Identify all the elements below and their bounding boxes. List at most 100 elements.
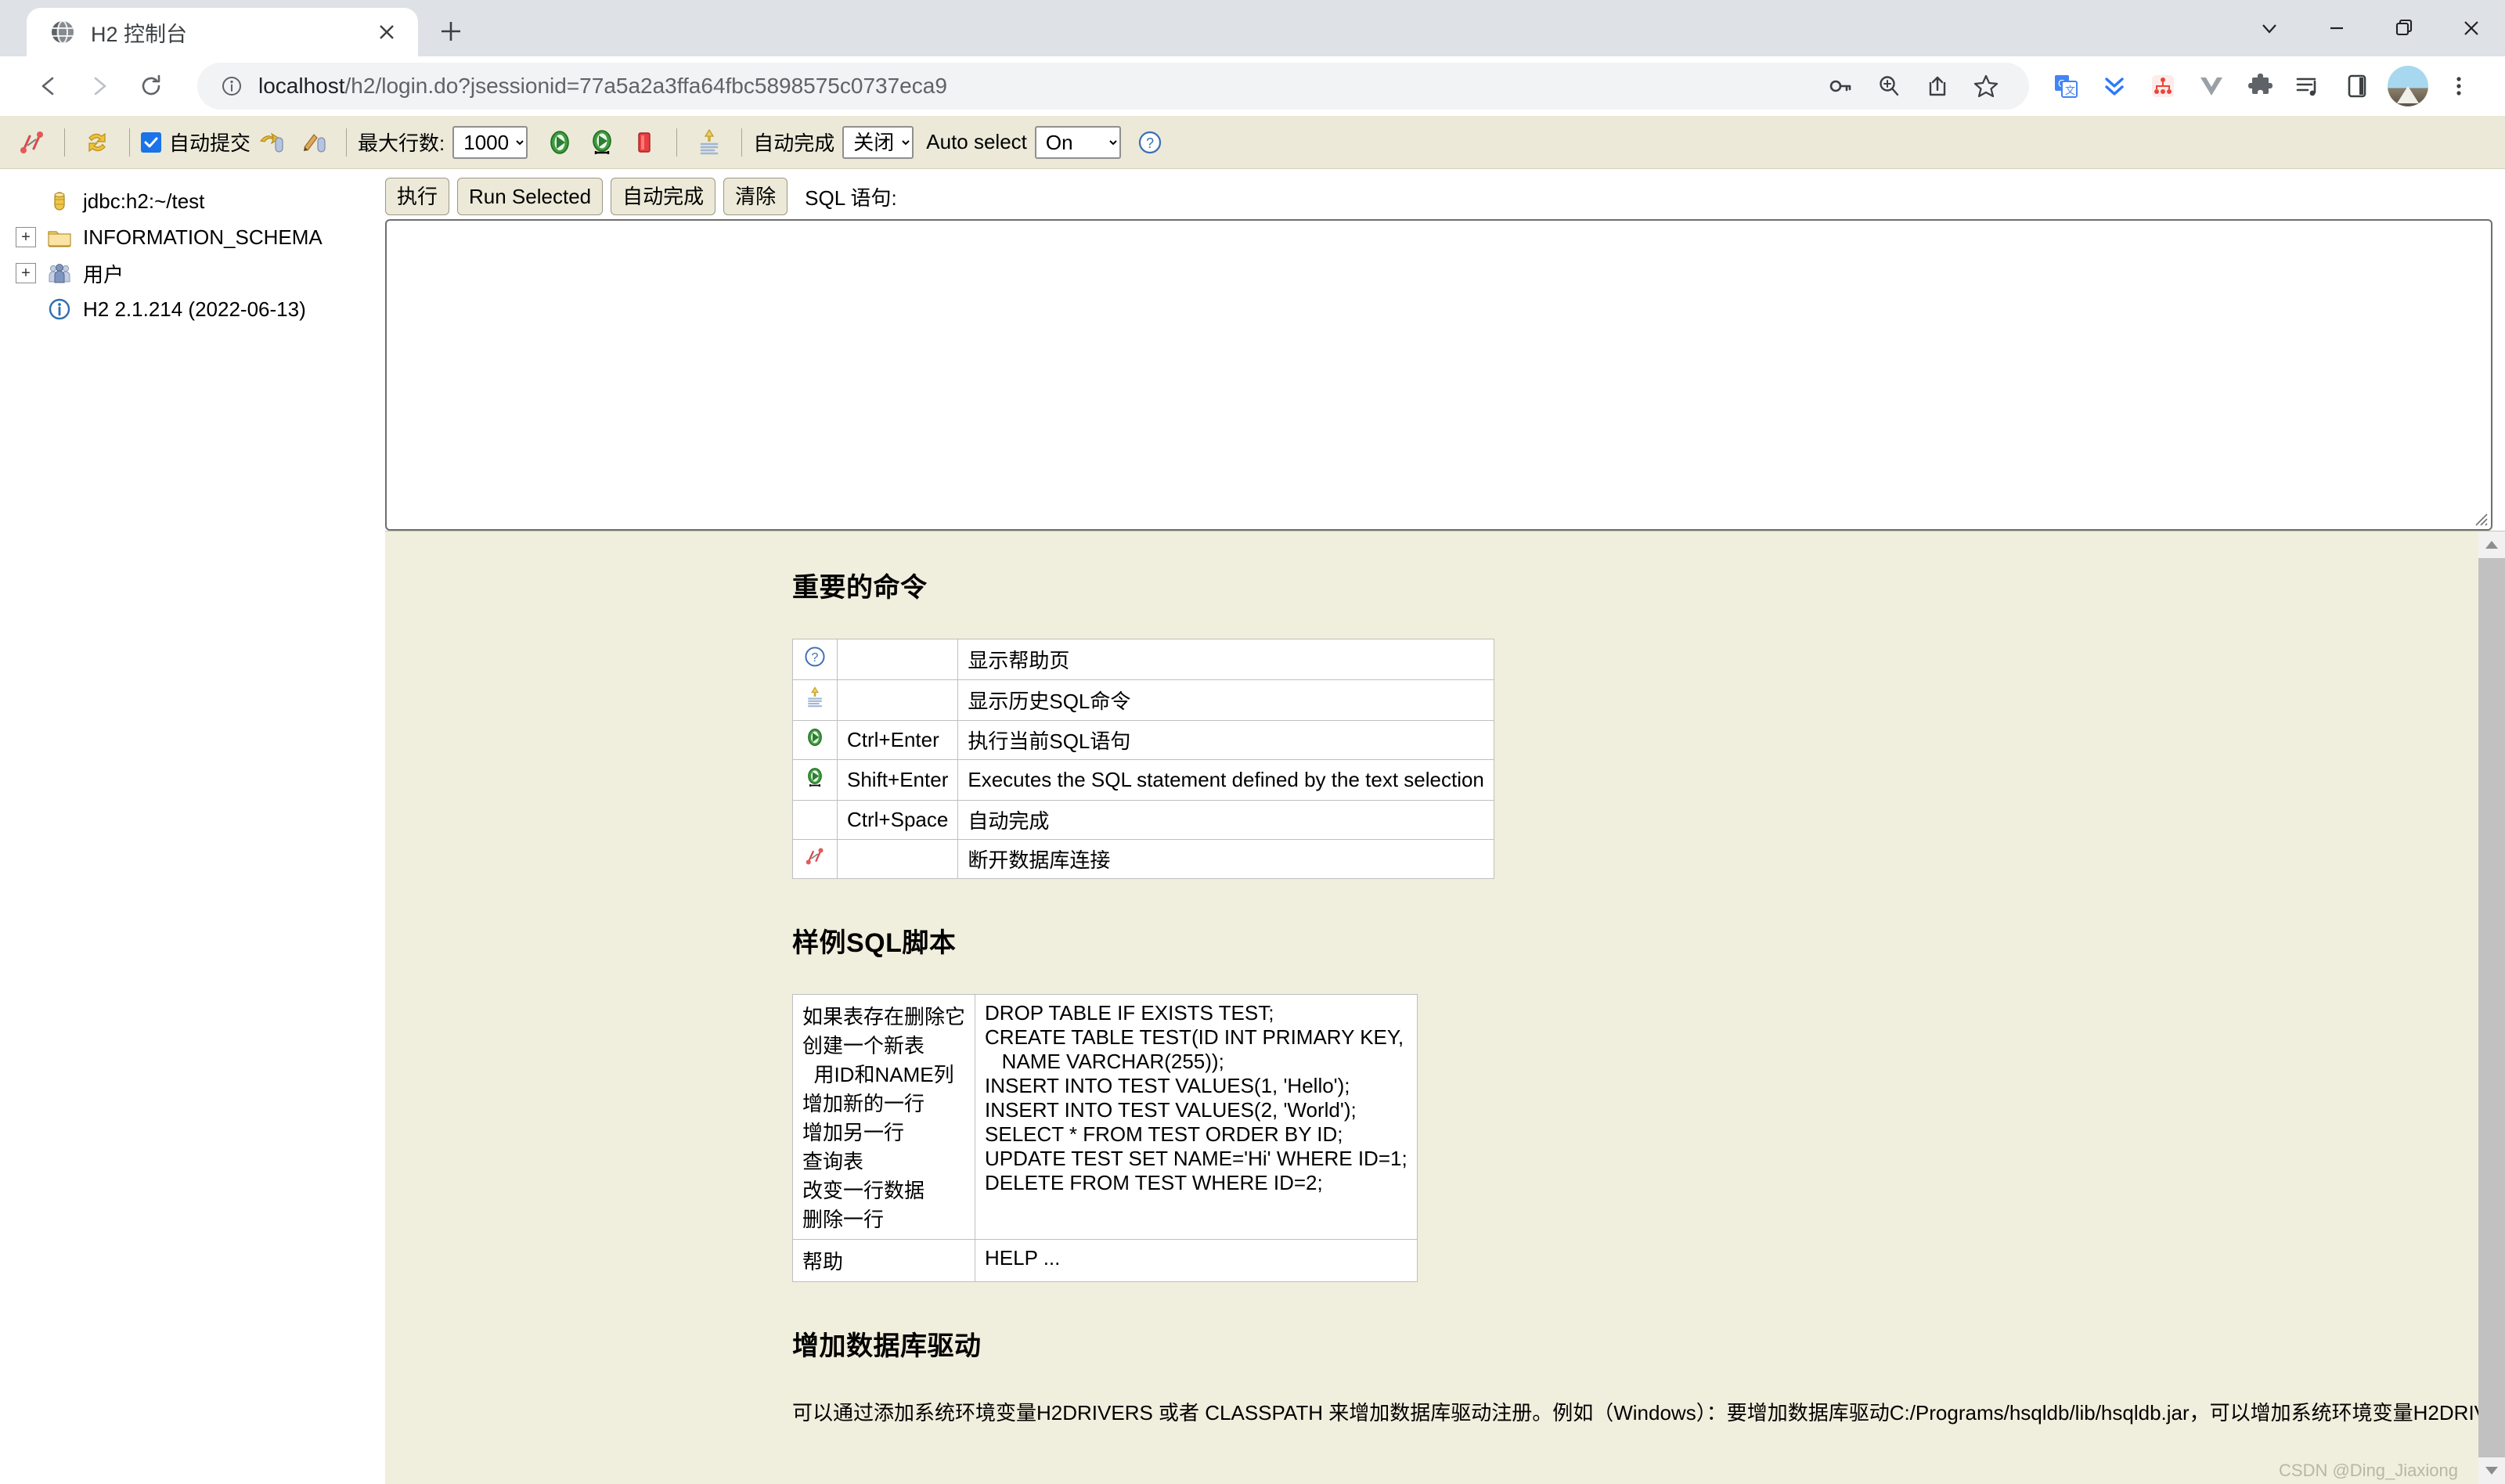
forward-button[interactable]: [74, 60, 125, 112]
script-sql: HELP ...: [975, 1239, 1418, 1282]
no-icon: [792, 800, 838, 840]
command-description: 显示帮助页: [957, 639, 1494, 680]
maxrows-select[interactable]: 1000: [452, 125, 528, 159]
help-document: 重要的命令 ? 显示帮助页 显示历史SQL命令 Ctrl+Enter 执行当前S…: [385, 531, 2505, 1426]
autocomplete-button[interactable]: 自动完成: [611, 178, 716, 215]
site-info-icon[interactable]: [216, 70, 247, 102]
autocommit-label: 自动提交: [169, 131, 251, 155]
address-bar[interactable]: localhost/h2/login.do?jsessionid=77a5a2a…: [197, 63, 2029, 110]
run-icon[interactable]: [792, 720, 838, 760]
minimize-button[interactable]: [2303, 0, 2370, 56]
zoom-icon[interactable]: [1865, 62, 1913, 110]
h2-toolbar: 自动提交 最大行数: 1000 自动完成 关闭 Auto select On ?: [0, 116, 2505, 169]
tree-item-users[interactable]: + 用户: [16, 255, 385, 291]
table-row: ? 显示帮助页: [792, 639, 1494, 680]
scrollbar-thumb[interactable]: [2478, 558, 2505, 1457]
browser-tab[interactable]: H2 控制台: [27, 8, 418, 56]
history-icon[interactable]: [688, 121, 730, 164]
close-icon[interactable]: [369, 15, 404, 49]
clear-button[interactable]: 清除: [723, 178, 788, 215]
tree-item-label: jdbc:h2:~/test: [83, 189, 205, 213]
avatar[interactable]: [2388, 66, 2428, 106]
run-selected-icon[interactable]: [581, 121, 623, 164]
command-description: Executes the SQL statement defined by th…: [957, 759, 1494, 801]
stop-icon[interactable]: [623, 121, 665, 164]
google-translate-icon[interactable]: G 文: [2042, 62, 2090, 110]
table-row: Ctrl+Space 自动完成: [792, 800, 1494, 840]
info-icon: [45, 295, 74, 323]
toolbar-separator: [129, 128, 130, 157]
table-row: 断开数据库连接: [792, 839, 1494, 879]
command-shortcut: Shift+Enter: [836, 759, 959, 801]
refresh-icon[interactable]: [76, 121, 118, 164]
workspace: jdbc:h2:~/test + INFORMATION_SCHEMA + 用户…: [0, 169, 2505, 1484]
run-selected-button[interactable]: Run Selected: [457, 178, 604, 215]
back-button[interactable]: [22, 60, 74, 112]
download-chevrons-icon[interactable]: [2090, 62, 2139, 110]
share-icon[interactable]: [1913, 62, 1962, 110]
globe-icon: [49, 18, 77, 46]
commit-icon[interactable]: [250, 121, 293, 164]
command-description: 自动完成: [957, 800, 1494, 840]
kebab-menu-icon[interactable]: [2435, 62, 2483, 110]
reload-button[interactable]: [125, 60, 177, 112]
new-tab-button[interactable]: [429, 9, 473, 53]
tree-item-information-schema[interactable]: + INFORMATION_SCHEMA: [16, 219, 385, 255]
help-icon[interactable]: ?: [792, 639, 838, 680]
resize-grip-icon[interactable]: [2470, 508, 2489, 527]
disconnect-icon[interactable]: [792, 839, 838, 879]
command-shortcut: Ctrl+Enter: [836, 720, 959, 760]
scroll-down-icon[interactable]: [2478, 1457, 2505, 1484]
help-icon[interactable]: ?: [1129, 121, 1171, 164]
tree-item-label: H2 2.1.214 (2022-06-13): [83, 297, 306, 321]
maxrows-label: 最大行数:: [358, 131, 445, 155]
rollback-icon[interactable]: [293, 121, 335, 164]
toolbar-separator: [676, 128, 678, 157]
puzzle-extensions-icon[interactable]: [2236, 62, 2284, 110]
side-panel-icon[interactable]: [2333, 62, 2381, 110]
tree-item-connection[interactable]: jdbc:h2:~/test: [16, 183, 385, 219]
autocommit-checkbox[interactable]: [141, 131, 161, 153]
script-description[interactable]: 如果表存在删除它 创建一个新表 用ID和NAME列 增加新的一行 增加另一行 查…: [791, 994, 976, 1240]
sql-main-panel: 执行 Run Selected 自动完成 清除 SQL 语句: 重要的命令 ? …: [385, 169, 2505, 1484]
vue-devtools-icon[interactable]: [2187, 62, 2236, 110]
sql-button-bar: 执行 Run Selected 自动完成 清除 SQL 语句:: [385, 169, 2505, 218]
sql-editor[interactable]: [385, 219, 2492, 531]
page-scrollbar[interactable]: [2478, 531, 2505, 1484]
browser-toolbar: localhost/h2/login.do?jsessionid=77a5a2a…: [0, 56, 2505, 116]
history-icon[interactable]: [792, 679, 838, 721]
driver-heading: 增加数据库驱动: [792, 1331, 982, 1361]
sql-statement-label: SQL 语句:: [805, 186, 897, 210]
bookmark-star-icon[interactable]: [1962, 62, 2010, 110]
run-icon[interactable]: [539, 121, 581, 164]
autocomplete-select[interactable]: 关闭: [842, 125, 914, 159]
svg-text:?: ?: [812, 651, 819, 665]
omnibox-actions: [1816, 62, 2010, 110]
script-description[interactable]: 帮助: [791, 1239, 976, 1282]
database-icon: [45, 187, 74, 215]
autoselect-select[interactable]: On: [1034, 125, 1121, 159]
commands-heading: 重要的命令: [792, 573, 928, 603]
close-window-button[interactable]: [2438, 0, 2505, 56]
url-text: localhost/h2/login.do?jsessionid=77a5a2a…: [258, 74, 947, 99]
run-selected-icon[interactable]: [792, 759, 838, 801]
run-button[interactable]: 执行: [385, 178, 450, 215]
toolbar-separator: [346, 128, 348, 157]
table-row: Ctrl+Enter 执行当前SQL语句: [792, 720, 1494, 760]
scroll-up-icon[interactable]: [2478, 531, 2505, 558]
sql-editor-wrapper: [385, 219, 2505, 531]
sitemap-icon[interactable]: [2139, 62, 2187, 110]
important-commands-table: ? 显示帮助页 显示历史SQL命令 Ctrl+Enter 执行当前SQL语句 S…: [792, 639, 1494, 879]
playlist-music-icon[interactable]: [2284, 62, 2333, 110]
disconnect-icon[interactable]: [11, 121, 53, 164]
tree-item-label: INFORMATION_SCHEMA: [83, 225, 323, 249]
command-description: 显示历史SQL命令: [957, 679, 1494, 721]
help-document-area: 重要的命令 ? 显示帮助页 显示历史SQL命令 Ctrl+Enter 执行当前S…: [385, 531, 2505, 1484]
maximize-button[interactable]: [2370, 0, 2438, 56]
expand-icon[interactable]: +: [16, 227, 36, 247]
key-icon[interactable]: [1816, 62, 1865, 110]
tab-search-icon[interactable]: [2236, 0, 2303, 56]
tab-strip: H2 控制台: [0, 0, 2505, 56]
command-shortcut: Ctrl+Space: [836, 800, 959, 840]
expand-icon[interactable]: +: [16, 263, 36, 283]
